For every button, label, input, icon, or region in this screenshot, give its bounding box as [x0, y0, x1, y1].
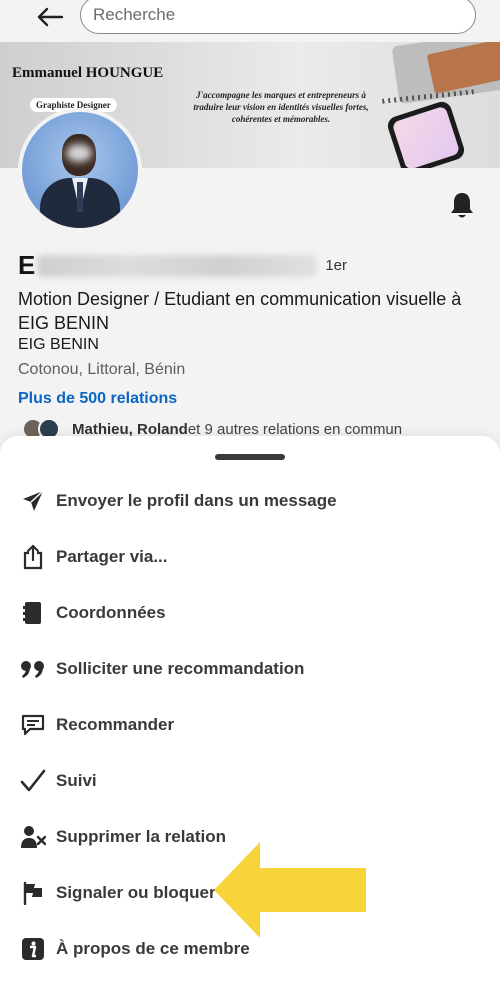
- back-arrow-icon[interactable]: [30, 2, 70, 32]
- mutual-suffix: et 9 autres relations en commun: [187, 420, 403, 438]
- menu-item-following[interactable]: Suivi: [0, 753, 500, 809]
- profile-location: Cotonou, Littoral, Bénin: [18, 361, 186, 378]
- banner-name: Emmanuel HOUNGUE: [12, 65, 164, 81]
- profile-company: EIG BENIN: [18, 336, 99, 353]
- menu-item-share[interactable]: Partager via...: [0, 529, 500, 585]
- bell-icon[interactable]: [448, 190, 476, 220]
- banner-quote: J'accompagne les marques et entrepreneur…: [193, 90, 369, 124]
- sheet-handle[interactable]: [215, 454, 285, 460]
- contact-card-icon: [20, 600, 46, 626]
- info-icon: [20, 936, 46, 962]
- send-icon: [20, 488, 46, 514]
- profile-name-row: E 1er: [18, 250, 347, 281]
- avatar[interactable]: [18, 108, 142, 232]
- menu-label: Solliciter une recommandation: [56, 659, 305, 678]
- connections-link[interactable]: Plus de 500 relations: [18, 390, 177, 408]
- menu-label: Partager via...: [56, 547, 168, 566]
- phone-image: [385, 99, 467, 168]
- share-icon: [20, 544, 46, 570]
- profile-headline: Motion Designer / Etudiant en communicat…: [18, 289, 462, 333]
- menu-label: Supprimer la relation: [56, 827, 227, 846]
- menu-item-contact-info[interactable]: Coordonnées: [0, 585, 500, 641]
- menu-label: Recommander: [56, 715, 175, 734]
- mutual-names: Mathieu, Roland: [72, 420, 188, 438]
- menu-label: À propos de ce membre: [56, 939, 250, 958]
- menu-label: Signaler ou bloquer: [56, 883, 216, 902]
- comment-icon: [20, 712, 46, 738]
- menu-item-request-recommendation[interactable]: Solliciter une recommandation: [0, 641, 500, 697]
- checkmark-icon: [20, 768, 46, 794]
- avatar-photo: [22, 112, 138, 228]
- menu-label: Suivi: [56, 771, 97, 790]
- menu-item-recommend[interactable]: Recommander: [0, 697, 500, 753]
- menu-item-send-profile[interactable]: Envoyer le profil dans un message: [0, 473, 500, 529]
- flag-icon: [20, 880, 46, 906]
- quote-icon: [20, 656, 46, 682]
- top-bar: [0, 0, 500, 42]
- search-input[interactable]: [93, 3, 453, 27]
- menu-label: Envoyer le profil dans un message: [56, 491, 337, 510]
- search-bar[interactable]: [80, 0, 476, 34]
- connection-degree: 1er: [325, 257, 348, 274]
- highlight-arrow: [212, 840, 372, 940]
- remove-person-icon: [20, 824, 46, 850]
- name-redaction: [37, 254, 318, 277]
- menu-label: Coordonnées: [56, 603, 166, 622]
- profile-name: E: [18, 250, 36, 280]
